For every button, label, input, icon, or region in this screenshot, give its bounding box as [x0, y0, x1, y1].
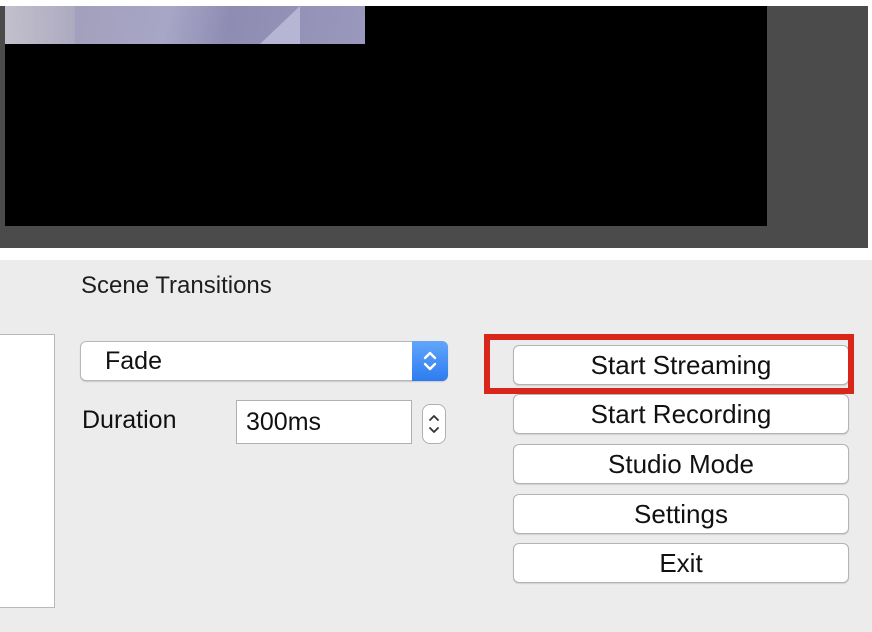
- preview-canvas: [5, 6, 767, 226]
- start-streaming-button[interactable]: Start Streaming: [513, 345, 849, 385]
- panel-divider[interactable]: [0, 248, 872, 260]
- transition-dropdown-value: Fade: [105, 347, 162, 375]
- duration-label: Duration: [82, 406, 177, 434]
- settings-button[interactable]: Settings: [513, 494, 849, 534]
- transition-dropdown[interactable]: Fade: [80, 341, 448, 381]
- preview-source-image: [5, 6, 365, 44]
- preview-area: [0, 6, 868, 248]
- exit-button[interactable]: Exit: [513, 543, 849, 583]
- preview-right-gutter: [868, 6, 872, 256]
- duration-input[interactable]: [236, 400, 412, 444]
- start-recording-button[interactable]: Start Recording: [513, 394, 849, 434]
- scene-transitions-title: Scene Transitions: [81, 272, 272, 299]
- duration-stepper[interactable]: [422, 404, 446, 444]
- updown-chevron-icon[interactable]: [412, 341, 448, 381]
- left-panel-list[interactable]: [0, 334, 55, 608]
- studio-mode-button[interactable]: Studio Mode: [513, 444, 849, 484]
